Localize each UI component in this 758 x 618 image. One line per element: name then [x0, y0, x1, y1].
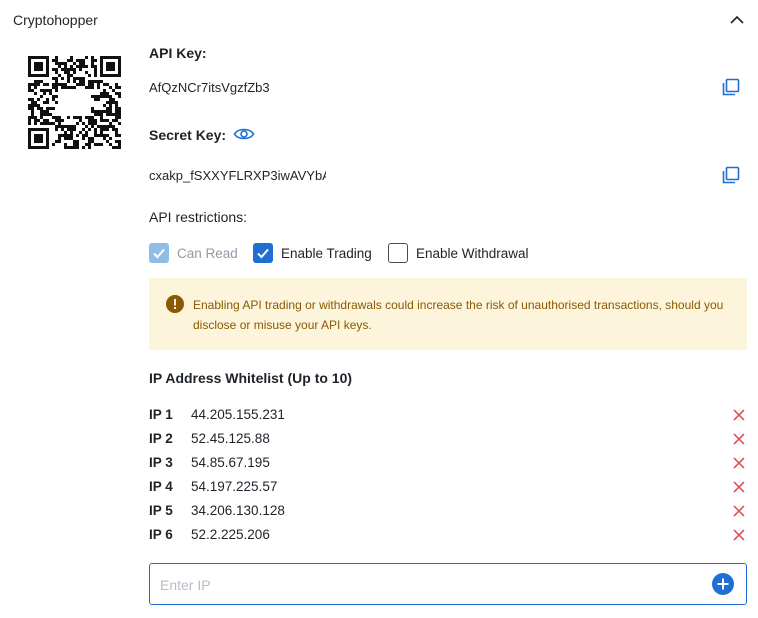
ip-value: 52.2.225.206	[191, 527, 270, 542]
warning-text: Enabling API trading or withdrawals coul…	[193, 298, 724, 332]
check-icon	[253, 243, 273, 263]
ip-label: IP 4	[149, 479, 173, 494]
remove-ip-icon[interactable]	[732, 504, 746, 518]
ip-row: IP 4 54.197.225.57	[149, 475, 747, 499]
copy-icon[interactable]	[721, 165, 741, 185]
remove-ip-icon[interactable]	[732, 456, 746, 470]
remove-ip-icon[interactable]	[732, 528, 746, 542]
ip-value: 44.205.155.231	[191, 407, 285, 422]
warning-icon	[166, 295, 184, 313]
checkbox-label: Enable Withdrawal	[416, 245, 529, 261]
section-title: Cryptohopper	[13, 12, 98, 28]
check-icon	[149, 243, 169, 263]
checkbox-can-read[interactable]: Can Read	[149, 242, 238, 264]
remove-ip-icon[interactable]	[732, 432, 746, 446]
whitelist-title: IP Address Whitelist (Up to 10)	[149, 370, 353, 386]
checkbox-enable-trading[interactable]: Enable Trading	[253, 242, 372, 264]
secret-key-value: cxakp_fSXXYFLRXP3iwAVYbA	[149, 168, 326, 183]
ip-row: IP 3 54.85.67.195	[149, 451, 747, 475]
checkbox-label: Can Read	[177, 245, 238, 261]
ip-value: 54.85.67.195	[191, 455, 270, 470]
ip-label: IP 2	[149, 431, 173, 446]
checkbox-label: Enable Trading	[281, 245, 372, 261]
api-key-value: AfQzNCr7itsVgzfZb3	[149, 80, 270, 95]
section-header: Cryptohopper	[0, 0, 758, 42]
restrictions-title: API restrictions:	[149, 209, 248, 225]
remove-ip-icon[interactable]	[732, 480, 746, 494]
ip-label: IP 6	[149, 527, 173, 542]
checkbox-enable-withdrawal[interactable]: Enable Withdrawal	[388, 242, 529, 264]
ip-row: IP 6 52.2.225.206	[149, 523, 747, 547]
ip-row: IP 2 52.45.125.88	[149, 427, 747, 451]
secret-key-label: Secret Key:	[149, 127, 227, 143]
ip-label: IP 5	[149, 503, 173, 518]
api-key-label: API Key:	[149, 45, 207, 61]
copy-icon[interactable]	[721, 77, 741, 97]
ip-row: IP 1 44.205.155.231	[149, 403, 747, 427]
remove-ip-icon[interactable]	[732, 408, 746, 422]
ip-input-container	[149, 563, 747, 605]
checkbox-box	[388, 243, 408, 263]
chevron-up-icon[interactable]	[726, 10, 748, 30]
ip-row: IP 5 34.206.130.128	[149, 499, 747, 523]
ip-value: 54.197.225.57	[191, 479, 278, 494]
add-ip-icon[interactable]	[712, 573, 734, 595]
ip-label: IP 3	[149, 455, 173, 470]
eye-icon[interactable]	[233, 125, 255, 143]
qr-code	[28, 56, 121, 149]
ip-label: IP 1	[149, 407, 173, 422]
ip-value: 34.206.130.128	[191, 503, 285, 518]
ip-value: 52.45.125.88	[191, 431, 270, 446]
ip-input[interactable]	[160, 574, 700, 596]
warning-banner: Enabling API trading or withdrawals coul…	[149, 278, 747, 350]
